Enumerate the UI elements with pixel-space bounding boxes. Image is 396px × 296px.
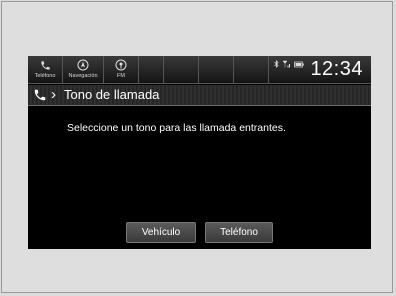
shortcut-fm[interactable]: FM	[104, 56, 139, 83]
shortcut-slot-empty[interactable]	[139, 56, 164, 83]
signal-icon	[282, 60, 291, 70]
shortcut-fm-label: FM	[117, 73, 125, 79]
screen: Teléfono Navegación FM 12:34 › Tono de l…	[28, 56, 371, 249]
phone-icon	[39, 59, 51, 71]
shortcut-slot-empty[interactable]	[164, 56, 199, 83]
clock: 12:34	[310, 58, 363, 80]
navigation-icon	[77, 59, 89, 71]
shortcut-phone[interactable]: Teléfono	[28, 56, 63, 83]
status-bar: Teléfono Navegación FM 12:34	[28, 56, 371, 84]
phone-icon	[33, 88, 47, 102]
shortcut-navigation[interactable]: Navegación	[63, 56, 104, 83]
battery-icon	[294, 61, 304, 70]
shortcut-navigation-label: Navegación	[68, 73, 98, 79]
status-icons	[274, 60, 304, 70]
phone-button[interactable]: Teléfono	[205, 222, 273, 243]
bluetooth-icon	[274, 60, 279, 70]
chevron-right-icon: ›	[51, 86, 56, 103]
shortcut-slot-empty[interactable]	[234, 56, 269, 83]
shortcut-slot-empty[interactable]	[199, 56, 234, 83]
page-title: Tono de llamada	[64, 87, 160, 102]
device-frame: Teléfono Navegación FM 12:34 › Tono de l…	[1, 1, 393, 293]
instruction-text: Seleccione un tono para las llamada entr…	[67, 122, 286, 134]
shortcut-phone-label: Teléfono	[34, 73, 56, 79]
vehicle-button[interactable]: Vehículo	[126, 222, 196, 243]
screen-header: › Tono de llamada	[28, 85, 371, 106]
radio-icon	[115, 59, 127, 71]
